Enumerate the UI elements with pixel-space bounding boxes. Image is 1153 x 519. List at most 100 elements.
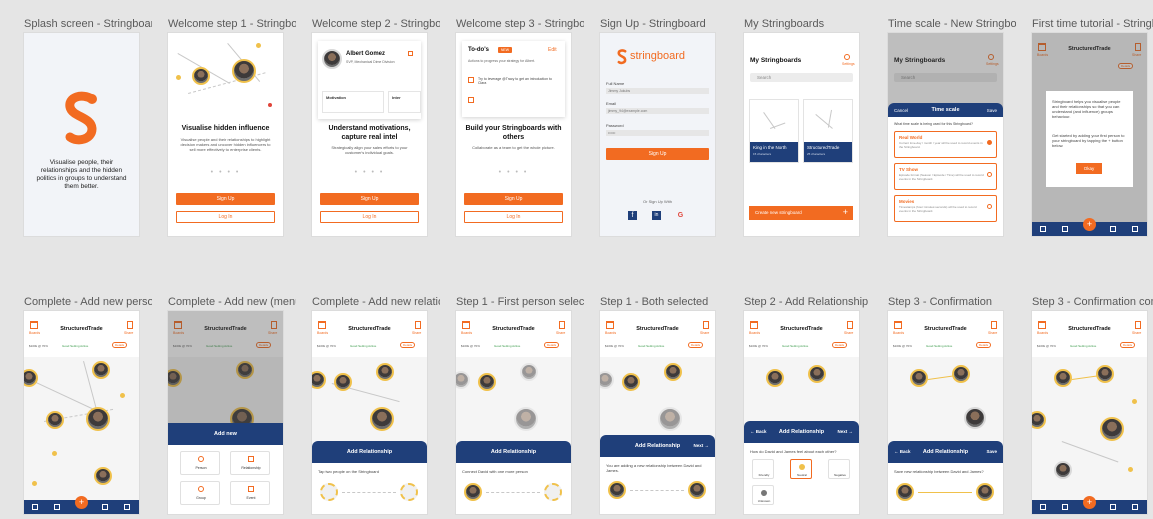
share-icon[interactable] [559,321,565,329]
frame-step3b[interactable]: Boards StructuredTrade Share $100k @ 70%… [1032,311,1147,514]
neutral-option[interactable]: Neutral [790,459,812,479]
frame-complete2[interactable]: Boards StructuredTrade Share $100k @ 70%… [168,311,283,514]
selected-person-avatar[interactable] [664,363,682,381]
stringboard-nav-icon[interactable] [1040,226,1046,232]
frame-label-my-boards[interactable]: My Stringboards [744,18,872,30]
groups-nav-icon[interactable] [1132,504,1138,510]
person-avatar[interactable] [600,371,614,389]
person-avatar[interactable] [520,363,538,381]
option-movies[interactable]: Movies Timestamps (hour:minutes:seconds)… [894,195,997,222]
add-relationship-option[interactable]: Relationship [230,451,270,475]
frame-label-signup[interactable]: Sign Up - Stringboard [600,18,728,30]
frame-welcome3[interactable]: To-do's NEW Edit Actions to progress you… [456,33,571,236]
person-avatar[interactable] [334,373,352,391]
share-icon[interactable] [1135,321,1141,329]
friendly-option[interactable]: Friendly [752,459,774,479]
add-person-option[interactable]: Person [180,451,220,475]
add-fab-button[interactable]: + [1083,496,1096,509]
board-card[interactable]: King in the North 15 characters [749,99,799,163]
first-person-slot[interactable] [464,483,482,501]
motivation-card[interactable]: Motivation [322,91,384,113]
gear-icon[interactable] [844,54,850,60]
details-dropdown[interactable]: Details [832,342,848,348]
unknown-option[interactable]: Unknown [752,485,774,505]
create-board-button[interactable]: Create new stringboard + [749,206,853,220]
frame-step2[interactable]: Boards StructuredTrade Share $100k @ 70%… [744,311,859,514]
frame-label-welcome1[interactable]: Welcome step 1 - Stringboard [168,18,296,30]
second-person-slot[interactable] [688,481,706,499]
radio[interactable] [987,172,992,177]
person-avatar[interactable] [86,407,110,431]
frame-label-complete2[interactable]: Complete - Add new (menu) [168,296,296,308]
timeline-nav-icon[interactable] [1062,504,1068,510]
frame-step1a[interactable]: Boards StructuredTrade Share $100k @ 70%… [456,311,571,514]
person-avatar[interactable] [1096,365,1114,383]
people-nav-icon[interactable] [1110,226,1116,232]
full-name-field[interactable]: Jimmy Jukubs [606,88,709,94]
frame-my-boards[interactable]: My Stringboards Settings Search King in … [744,33,859,236]
next-button[interactable]: Next → [837,429,853,435]
log-in-button[interactable]: Log In [320,211,419,223]
interests-card[interactable]: Inter [388,91,421,113]
person-avatar[interactable] [1054,461,1072,479]
empty-person-slot[interactable] [320,483,338,501]
details-dropdown[interactable]: Details [400,342,416,348]
details-dropdown[interactable]: Details [112,342,128,348]
frame-step3a[interactable]: Boards StructuredTrade Share $100k @ 70%… [888,311,1003,514]
person-avatar[interactable] [370,407,394,431]
add-fab-button[interactable]: + [1083,218,1096,231]
person-avatar[interactable] [658,407,682,431]
selected-person-avatar[interactable] [808,365,826,383]
person-avatar[interactable] [964,407,986,429]
back-button[interactable]: ← Back [750,429,767,435]
radio[interactable] [987,204,992,209]
person-avatar[interactable] [1054,369,1072,387]
radio-selected[interactable] [987,140,992,145]
back-button[interactable]: ← Back [894,449,911,455]
save-button[interactable]: Save [986,449,997,455]
groups-nav-icon[interactable] [124,504,130,510]
sign-up-button[interactable]: Sign Up [320,193,419,205]
frame-label-step3b[interactable]: Step 3 - Confirmation complete [1032,296,1153,308]
stringboard-nav-icon[interactable] [32,504,38,510]
people-nav-icon[interactable] [1110,504,1116,510]
frame-label-step2[interactable]: Step 2 - Add Relationship [744,296,872,308]
share-icon[interactable] [991,321,997,329]
frame-label-welcome3[interactable]: Welcome step 3 - Stringboard [456,18,584,30]
log-in-button[interactable]: Log In [176,211,275,223]
frame-splash[interactable]: Visualise people, their relationships an… [24,33,139,236]
person-avatar[interactable] [46,411,64,429]
frame-label-welcome2[interactable]: Welcome step 2 - Stringboard [312,18,440,30]
first-person-slot[interactable] [608,481,626,499]
log-in-button[interactable]: Log In [464,211,563,223]
frame-tutorial[interactable]: Boards StructuredTrade Share Details Str… [1032,33,1147,236]
frame-label-step1a[interactable]: Step 1 - First person selected [456,296,584,308]
person-avatar[interactable] [1032,411,1046,429]
details-dropdown[interactable]: Details [688,342,704,348]
sign-up-button[interactable]: Sign Up [176,193,275,205]
email-field[interactable]: jimmy_94@example.com [606,108,709,114]
frame-label-step1b[interactable]: Step 1 - Both selected [600,296,728,308]
person-avatar[interactable] [514,407,538,431]
search-input[interactable]: Search [750,73,853,82]
sign-up-button[interactable]: Sign Up [464,193,563,205]
frame-signup[interactable]: stringboard Full Name Jimmy Jukubs Email… [600,33,715,236]
person-avatar[interactable] [92,361,110,379]
option-real-world[interactable]: Real World Current time-day / month / ye… [894,131,997,158]
sign-up-button[interactable]: Sign Up [606,148,709,160]
details-dropdown[interactable]: Details [1120,342,1136,348]
selected-person-avatar[interactable] [622,373,640,391]
save-button[interactable]: Save [987,108,997,114]
frame-complete3[interactable]: Boards StructuredTrade Share $100k @ 70%… [312,311,427,514]
person-avatar[interactable] [24,369,38,387]
okay-button[interactable]: Okay [1076,163,1102,174]
share-icon[interactable] [847,321,853,329]
google-icon[interactable]: G [676,211,685,220]
selected-person-avatar[interactable] [952,365,970,383]
add-event-option[interactable]: Event [230,481,270,505]
frame-label-complete3[interactable]: Complete - Add new relationship [312,296,440,308]
person-avatar[interactable] [1100,417,1124,441]
frame-welcome1[interactable]: Visualise hidden influence Visualise peo… [168,33,283,236]
person-avatar[interactable] [376,363,394,381]
groups-nav-icon[interactable] [1132,226,1138,232]
